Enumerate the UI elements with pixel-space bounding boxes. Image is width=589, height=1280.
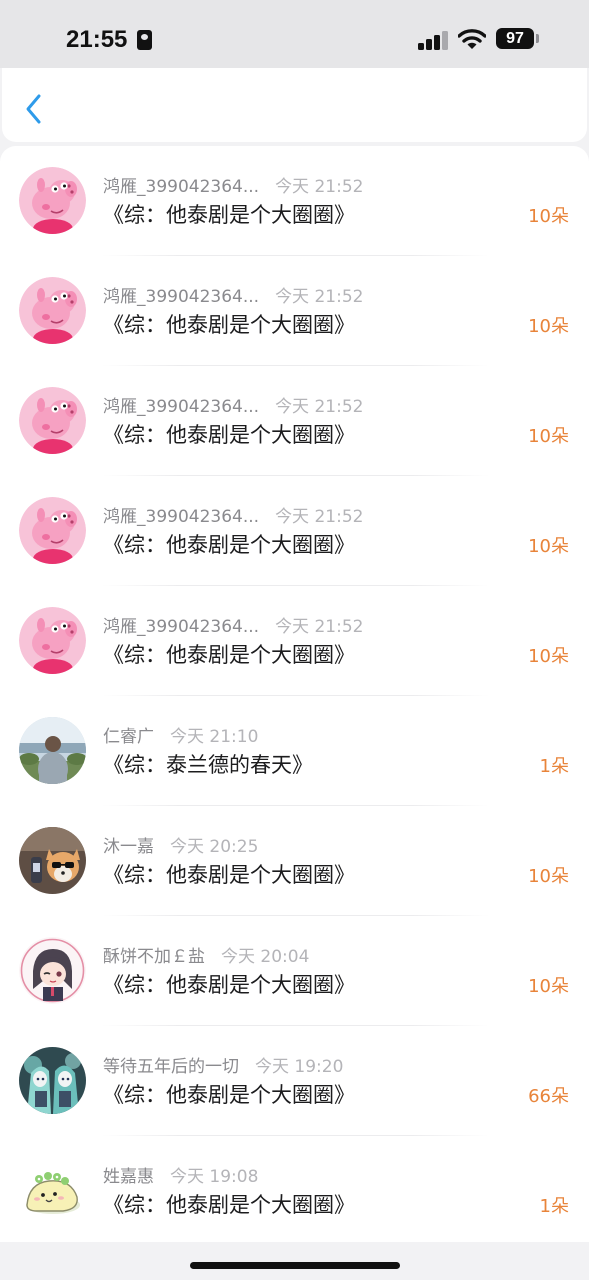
flower-count: 10朵	[528, 866, 569, 887]
username[interactable]: 等待五年后的一切	[103, 1057, 239, 1077]
gift-record-row[interactable]: 鸿雁_399042364... 今天 21:52 《综：他泰剧是个大圈圈》 10朵	[0, 146, 589, 256]
book-title[interactable]: 《综：他泰剧是个大圈圈》	[103, 199, 355, 229]
record-meta: 沐一嘉 今天 20:25	[103, 832, 258, 857]
record-meta: 酥饼不加￡盐 今天 20:04	[103, 942, 309, 967]
username[interactable]: 酥饼不加￡盐	[103, 947, 205, 967]
cartoon-creature-avatar[interactable]	[19, 1157, 86, 1224]
timestamp: 今天 20:25	[170, 837, 259, 857]
gift-record-row[interactable]: 酥饼不加￡盐 今天 20:04 《综：他泰剧是个大圈圈》 10朵	[0, 916, 589, 1026]
pig-avatar[interactable]	[19, 607, 86, 674]
timestamp: 今天 19:20	[255, 1057, 344, 1077]
record-meta: 等待五年后的一切 今天 19:20	[103, 1052, 343, 1077]
record-meta: 鸿雁_399042364... 今天 21:52	[103, 502, 363, 527]
username[interactable]: 姓嘉惠	[103, 1167, 154, 1187]
book-title[interactable]: 《综：他泰剧是个大圈圈》	[103, 529, 355, 559]
chevron-left-icon	[26, 94, 41, 124]
username[interactable]: 鸿雁_399042364...	[103, 397, 259, 417]
flower-count: 10朵	[528, 316, 569, 337]
username[interactable]: 鸿雁_399042364...	[103, 287, 259, 307]
pig-avatar[interactable]	[19, 167, 86, 234]
record-meta: 鸿雁_399042364... 今天 21:52	[103, 392, 363, 417]
book-title[interactable]: 《综：泰兰德的春天》	[103, 749, 313, 779]
book-title[interactable]: 《综：他泰剧是个大圈圈》	[103, 309, 355, 339]
book-title[interactable]: 《综：他泰剧是个大圈圈》	[103, 969, 355, 999]
username[interactable]: 仁睿广	[103, 727, 154, 747]
pig-avatar[interactable]	[19, 497, 86, 564]
record-meta: 姓嘉惠 今天 19:08	[103, 1162, 258, 1187]
wifi-icon	[458, 29, 486, 49]
anime-teal-avatar[interactable]	[19, 1047, 86, 1114]
gift-record-row[interactable]: 姓嘉惠 今天 19:08 《综：他泰剧是个大圈圈》 1朵	[0, 1136, 589, 1242]
gift-record-row[interactable]: 鸿雁_399042364... 今天 21:52 《综：他泰剧是个大圈圈》 10朵	[0, 476, 589, 586]
gift-record-row[interactable]: 鸿雁_399042364... 今天 21:52 《综：他泰剧是个大圈圈》 10朵	[0, 256, 589, 366]
book-title[interactable]: 《综：他泰剧是个大圈圈》	[103, 639, 355, 669]
record-meta: 鸿雁_399042364... 今天 21:52	[103, 172, 363, 197]
person-back-avatar[interactable]	[19, 717, 86, 784]
username[interactable]: 鸿雁_399042364...	[103, 177, 259, 197]
book-title[interactable]: 《综：他泰剧是个大圈圈》	[103, 859, 355, 889]
timestamp: 今天 20:04	[221, 947, 310, 967]
dog-avatar[interactable]	[19, 827, 86, 894]
status-bar: 21:55 97	[0, 0, 589, 68]
cellular-signal-icon	[418, 31, 450, 50]
contact-card-icon	[137, 30, 152, 50]
book-title[interactable]: 《综：他泰剧是个大圈圈》	[103, 419, 355, 449]
home-indicator[interactable]	[190, 1262, 400, 1269]
flower-count: 10朵	[528, 206, 569, 227]
status-time: 21:55	[66, 26, 128, 53]
timestamp: 今天 21:52	[275, 177, 364, 197]
gift-record-row[interactable]: 鸿雁_399042364... 今天 21:52 《综：他泰剧是个大圈圈》 10朵	[0, 366, 589, 476]
username[interactable]: 沐一嘉	[103, 837, 154, 857]
gift-record-list[interactable]: 鸿雁_399042364... 今天 21:52 《综：他泰剧是个大圈圈》 10朵 鸿雁…	[0, 146, 589, 1242]
pig-avatar[interactable]	[19, 277, 86, 344]
timestamp: 今天 19:08	[170, 1167, 259, 1187]
nav-bar	[2, 68, 587, 142]
gift-record-row[interactable]: 仁睿广 今天 21:10 《综：泰兰德的春天》 1朵	[0, 696, 589, 806]
username[interactable]: 鸿雁_399042364...	[103, 507, 259, 527]
record-meta: 鸿雁_399042364... 今天 21:52	[103, 282, 363, 307]
gift-record-row[interactable]: 沐一嘉 今天 20:25 《综：他泰剧是个大圈圈》 10朵	[0, 806, 589, 916]
anime-girl-avatar[interactable]	[19, 937, 86, 1004]
flower-count: 1朵	[539, 1196, 569, 1217]
gift-record-row[interactable]: 鸿雁_399042364... 今天 21:52 《综：他泰剧是个大圈圈》 10朵	[0, 586, 589, 696]
back-button[interactable]	[20, 92, 50, 126]
timestamp: 今天 21:52	[275, 507, 364, 527]
flower-count: 1朵	[539, 756, 569, 777]
username[interactable]: 鸿雁_399042364...	[103, 617, 259, 637]
battery-tip	[536, 34, 539, 43]
timestamp: 今天 21:52	[275, 287, 364, 307]
battery-icon: 97	[496, 28, 534, 49]
bottom-safe-area	[0, 1242, 589, 1280]
record-meta: 鸿雁_399042364... 今天 21:52	[103, 612, 363, 637]
timestamp: 今天 21:52	[275, 617, 364, 637]
timestamp: 今天 21:52	[275, 397, 364, 417]
flower-count: 66朵	[528, 1086, 569, 1107]
timestamp: 今天 21:10	[170, 727, 259, 747]
record-meta: 仁睿广 今天 21:10	[103, 722, 258, 747]
flower-count: 10朵	[528, 646, 569, 667]
book-title[interactable]: 《综：他泰剧是个大圈圈》	[103, 1189, 355, 1219]
flower-count: 10朵	[528, 976, 569, 997]
flower-count: 10朵	[528, 536, 569, 557]
flower-count: 10朵	[528, 426, 569, 447]
pig-avatar[interactable]	[19, 387, 86, 454]
book-title[interactable]: 《综：他泰剧是个大圈圈》	[103, 1079, 355, 1109]
gift-record-row[interactable]: 等待五年后的一切 今天 19:20 《综：他泰剧是个大圈圈》 66朵	[0, 1026, 589, 1136]
